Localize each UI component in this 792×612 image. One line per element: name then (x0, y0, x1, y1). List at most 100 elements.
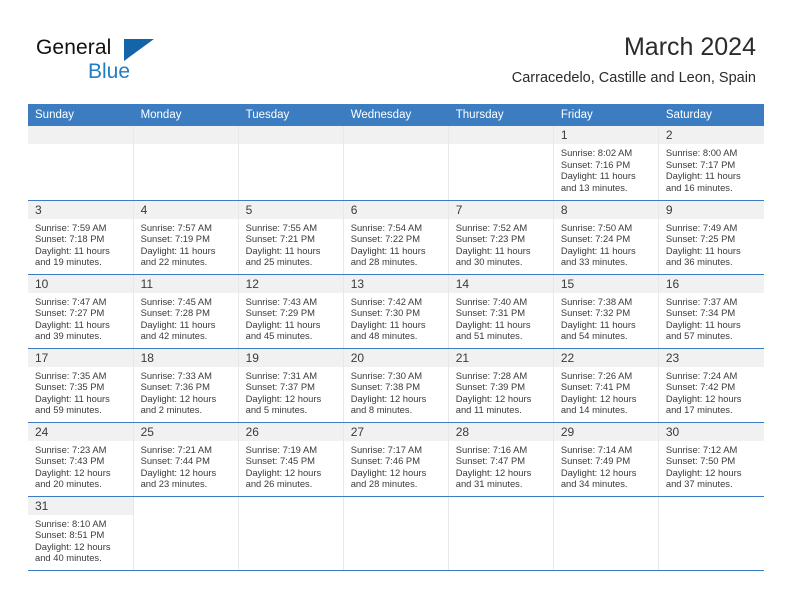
calendar-day-cell[interactable]: 24 Sunrise: 7:23 AM Sunset: 7:43 PM Dayligh… (28, 422, 134, 497)
day-cell-inner: 8 Sunrise: 7:50 AM Sunset: 7:24 PM Daylight… (553, 200, 658, 274)
sun-info: Sunrise: 7:57 AM Sunset: 7:19 PM Daylight:… (134, 219, 238, 268)
day-number (28, 126, 133, 144)
day-number: 11 (133, 274, 238, 293)
calendar-day-cell[interactable]: 3 Sunrise: 7:59 AM Sunset: 7:18 PM Daylight… (28, 200, 134, 275)
sun-info: Sunrise: 7:16 AM Sunset: 7:47 PM Daylight:… (449, 441, 553, 490)
sun-info: Sunrise: 7:52 AM Sunset: 7:23 PM Daylight:… (449, 219, 553, 268)
calendar-day-cell[interactable]: 26 Sunrise: 7:19 AM Sunset: 7:45 PM Dayligh… (238, 422, 344, 497)
sun-info: Sunrise: 7:33 AM Sunset: 7:36 PM Daylight:… (134, 367, 238, 416)
calendar-day-cell[interactable]: 10 Sunrise: 7:47 AM Sunset: 7:27 PM Dayligh… (28, 274, 134, 349)
sun-info-sunset: Sunset: 7:39 PM (455, 381, 526, 393)
day-cell-inner (239, 497, 343, 570)
sun-info-sunset: Sunset: 7:28 PM (140, 307, 210, 319)
day-cell-inner (343, 126, 448, 200)
calendar-day-cell[interactable]: 16 Sunrise: 7:37 AM Sunset: 7:34 PM Dayligh… (658, 274, 764, 349)
sun-info-sunrise: Sunrise: 7:38 AM (560, 295, 633, 307)
sun-info-sunrise: Sunrise: 7:17 AM (350, 443, 423, 455)
calendar-day-cell[interactable]: 15 Sunrise: 7:38 AM Sunset: 7:32 PM Dayligh… (553, 274, 659, 349)
calendar-day-cell[interactable]: 21 Sunrise: 7:28 AM Sunset: 7:39 PM Dayligh… (448, 348, 554, 423)
calendar-day-cell[interactable]: 28 Sunrise: 7:16 AM Sunset: 7:47 PM Dayligh… (448, 422, 554, 497)
sun-info: Sunrise: 7:35 AM Sunset: 7:35 PM Daylight:… (28, 367, 133, 416)
calendar-day-cell[interactable]: 5 Sunrise: 7:55 AM Sunset: 7:21 PM Daylight… (238, 200, 344, 275)
calendar-day-cell[interactable]: 14 Sunrise: 7:40 AM Sunset: 7:31 PM Dayligh… (448, 274, 554, 349)
calendar-day-cell[interactable]: 6 Sunrise: 7:54 AM Sunset: 7:22 PM Daylight… (343, 200, 449, 275)
sun-info-sunset: Sunset: 7:32 PM (560, 307, 631, 319)
day-cell-inner: 13 Sunrise: 7:42 AM Sunset: 7:30 PM Dayligh… (343, 274, 448, 348)
day-number: 30 (658, 422, 764, 441)
sun-info-daylight-2: and 20 minutes. (35, 478, 102, 490)
sun-info-sunset: Sunset: 7:49 PM (560, 455, 631, 467)
sun-info-daylight-1: Daylight: 11 hours (455, 318, 531, 330)
sun-info-sunset: Sunset: 7:24 PM (560, 233, 631, 245)
sun-info-sunset: Sunset: 7:25 PM (665, 233, 736, 245)
calendar-day-cell[interactable]: 29 Sunrise: 7:14 AM Sunset: 7:49 PM Dayligh… (553, 422, 659, 497)
calendar-day-cell[interactable]: 22 Sunrise: 7:26 AM Sunset: 7:41 PM Dayligh… (553, 348, 659, 423)
sun-info-sunset: Sunset: 7:16 PM (560, 158, 631, 170)
sun-info-sunrise: Sunrise: 7:19 AM (245, 443, 318, 455)
calendar-body: 1 Sunrise: 8:02 AM Sunset: 7:16 PM Daylight… (28, 126, 764, 571)
day-number: 23 (658, 348, 764, 367)
sun-info-daylight-2: and 37 minutes. (665, 478, 733, 490)
sun-info-sunrise: Sunrise: 7:21 AM (140, 443, 212, 455)
day-cell-inner: 24 Sunrise: 7:23 AM Sunset: 7:43 PM Dayligh… (28, 422, 133, 496)
calendar-week-row: 31 Sunrise: 8:10 AM Sunset: 8:51 PM Dayligh… (28, 496, 764, 571)
calendar-day-cell[interactable]: 8 Sunrise: 7:50 AM Sunset: 7:24 PM Daylight… (553, 200, 659, 275)
day-number: 9 (658, 200, 764, 219)
calendar-day-cell[interactable]: 30 Sunrise: 7:12 AM Sunset: 7:50 PM Dayligh… (658, 422, 764, 497)
calendar-day-cell[interactable]: 17 Sunrise: 7:35 AM Sunset: 7:35 PM Dayligh… (28, 348, 134, 423)
day-cell-inner: 26 Sunrise: 7:19 AM Sunset: 7:45 PM Dayligh… (238, 422, 343, 496)
day-cell-inner (344, 497, 448, 570)
calendar-day-cell[interactable]: 23 Sunrise: 7:24 AM Sunset: 7:42 PM Dayligh… (658, 348, 764, 423)
calendar-day-cell[interactable]: 12 Sunrise: 7:43 AM Sunset: 7:29 PM Dayligh… (238, 274, 344, 349)
day-cell-inner: 23 Sunrise: 7:24 AM Sunset: 7:42 PM Dayligh… (658, 348, 764, 422)
calendar-day-cell[interactable]: 9 Sunrise: 7:49 AM Sunset: 7:25 PM Daylight… (658, 200, 764, 275)
day-cell-inner: 7 Sunrise: 7:52 AM Sunset: 7:23 PM Daylight… (448, 200, 553, 274)
day-number: 27 (343, 422, 448, 441)
sun-info: Sunrise: 7:45 AM Sunset: 7:28 PM Daylight:… (134, 293, 238, 342)
calendar-cell-empty (133, 496, 239, 571)
sun-info-daylight-1: Daylight: 11 hours (455, 244, 531, 256)
sun-info-daylight-1: Daylight: 11 hours (560, 170, 636, 182)
sun-info: Sunrise: 7:31 AM Sunset: 7:37 PM Daylight:… (239, 367, 343, 416)
calendar-day-cell[interactable]: 7 Sunrise: 7:52 AM Sunset: 7:23 PM Daylight… (448, 200, 554, 275)
calendar-day-cell[interactable]: 31 Sunrise: 8:10 AM Sunset: 8:51 PM Dayligh… (28, 496, 134, 571)
weekday-header-thursday: Thursday (448, 104, 554, 126)
calendar-day-cell[interactable]: 2 Sunrise: 8:00 AM Sunset: 7:17 PM Daylight… (658, 126, 764, 201)
day-number: 4 (133, 200, 238, 219)
day-cell-inner: 1 Sunrise: 8:02 AM Sunset: 7:16 PM Daylight… (553, 126, 658, 200)
calendar-day-cell[interactable]: 20 Sunrise: 7:30 AM Sunset: 7:38 PM Dayligh… (343, 348, 449, 423)
brand-logo[interactable]: General Blue (36, 36, 206, 88)
calendar-day-cell[interactable]: 25 Sunrise: 7:21 AM Sunset: 7:44 PM Dayligh… (133, 422, 239, 497)
sun-info-sunset: Sunset: 8:51 PM (35, 529, 105, 541)
calendar-day-cell[interactable]: 19 Sunrise: 7:31 AM Sunset: 7:37 PM Dayligh… (238, 348, 344, 423)
day-number: 10 (28, 274, 133, 293)
sun-info: Sunrise: 7:47 AM Sunset: 7:27 PM Daylight:… (28, 293, 133, 342)
weekday-header-saturday: Saturday (658, 104, 765, 126)
calendar-day-cell[interactable]: 27 Sunrise: 7:17 AM Sunset: 7:46 PM Dayligh… (343, 422, 449, 497)
sun-info-sunrise: Sunrise: 7:45 AM (140, 295, 212, 307)
sun-info-daylight-1: Daylight: 12 hours (245, 466, 322, 478)
calendar-day-cell[interactable]: 13 Sunrise: 7:42 AM Sunset: 7:30 PM Dayligh… (343, 274, 449, 349)
day-cell-inner (134, 497, 238, 570)
day-number: 13 (343, 274, 448, 293)
calendar-day-cell[interactable]: 18 Sunrise: 7:33 AM Sunset: 7:36 PM Dayligh… (133, 348, 239, 423)
day-number (134, 497, 238, 515)
sun-info-sunset: Sunset: 7:38 PM (350, 381, 420, 393)
calendar-day-cell[interactable]: 1 Sunrise: 8:02 AM Sunset: 7:16 PM Daylight… (553, 126, 659, 201)
sun-info-daylight-2: and 54 minutes. (560, 330, 628, 342)
sun-info-daylight-2: and 33 minutes. (560, 256, 628, 268)
sun-info-daylight-1: Daylight: 11 hours (140, 244, 216, 256)
calendar-week-row: 10 Sunrise: 7:47 AM Sunset: 7:27 PM Dayligh… (28, 274, 764, 349)
brand-name-general: General (36, 36, 112, 59)
calendar-day-cell[interactable]: 11 Sunrise: 7:45 AM Sunset: 7:28 PM Dayligh… (133, 274, 239, 349)
sun-info-sunrise: Sunrise: 7:47 AM (35, 295, 107, 307)
calendar-day-cell[interactable]: 4 Sunrise: 7:57 AM Sunset: 7:19 PM Daylight… (133, 200, 239, 275)
sun-info-sunrise: Sunrise: 8:02 AM (560, 147, 633, 158)
day-cell-inner: 30 Sunrise: 7:12 AM Sunset: 7:50 PM Dayligh… (658, 422, 764, 496)
sun-info-daylight-1: Daylight: 12 hours (140, 466, 217, 478)
calendar-cell-empty (553, 496, 659, 571)
sun-info-sunrise: Sunrise: 7:26 AM (560, 369, 633, 381)
sun-info: Sunrise: 7:54 AM Sunset: 7:22 PM Daylight:… (344, 219, 448, 268)
sun-info-daylight-1: Daylight: 12 hours (35, 466, 111, 478)
day-cell-inner: 15 Sunrise: 7:38 AM Sunset: 7:32 PM Dayligh… (553, 274, 658, 348)
